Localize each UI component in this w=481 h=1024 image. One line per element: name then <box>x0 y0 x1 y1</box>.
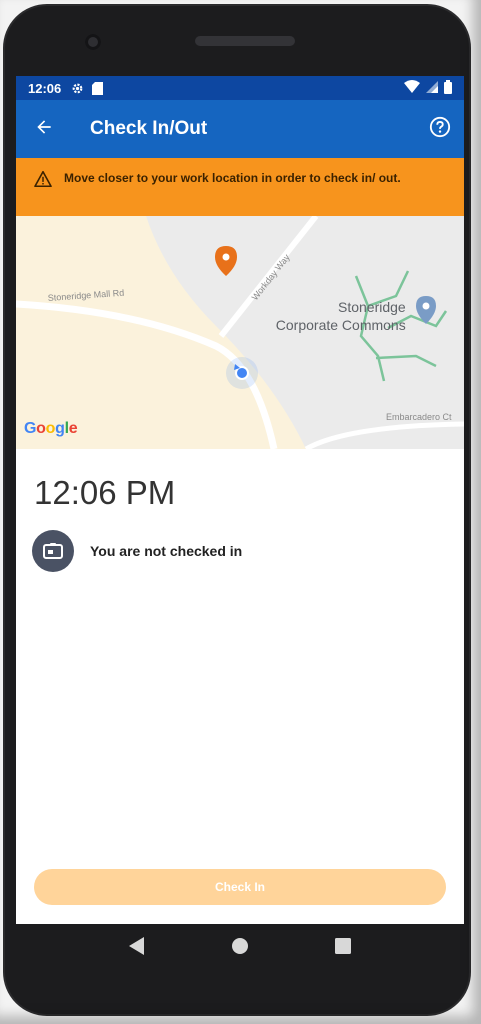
warning-triangle-icon <box>34 170 52 192</box>
check-status: You are not checked in <box>32 530 242 572</box>
poi-label: Stoneridge Corporate Commons <box>266 298 406 334</box>
help-button[interactable] <box>416 100 464 158</box>
wifi-icon <box>404 80 420 96</box>
arrow-back-icon <box>34 117 54 142</box>
poi-label-line1: Stoneridge <box>338 299 406 315</box>
status-time: 12:06 <box>28 80 62 96</box>
android-nav-bar <box>16 924 464 972</box>
signal-icon <box>426 80 438 96</box>
google-logo: Google <box>24 420 78 437</box>
badge-icon <box>32 530 74 572</box>
page-title: Check In/Out <box>90 118 208 139</box>
check-status-text: You are not checked in <box>90 543 243 559</box>
location-map[interactable]: Stoneridge Mall Rd Workday Way Embarcade… <box>16 216 464 449</box>
warning-text: Move closer to your work location in ord… <box>64 171 401 185</box>
poi-label-line2: Corporate Commons <box>275 317 406 333</box>
status-right-icons <box>404 79 452 97</box>
back-button[interactable] <box>16 100 72 158</box>
screenshot-frame: 12:06 Check In/Out Move closer to your w… <box>0 0 481 1024</box>
recents-square-icon[interactable] <box>335 937 351 959</box>
back-triangle-icon[interactable] <box>129 936 145 960</box>
app-bar: Check In/Out <box>16 100 464 158</box>
check-in-button[interactable]: Check In <box>34 869 446 905</box>
sd-card-icon <box>92 81 104 95</box>
user-location-dot <box>226 357 258 389</box>
battery-icon <box>444 79 452 97</box>
status-bar: 12:06 <box>16 76 464 100</box>
earpiece-speaker <box>195 36 295 46</box>
phone-screen: 12:06 Check In/Out Move closer to your w… <box>16 76 464 924</box>
settings-icon <box>71 82 84 95</box>
front-camera <box>85 34 101 50</box>
home-circle-icon[interactable] <box>231 937 249 960</box>
current-time: 12:06 PM <box>34 474 176 511</box>
road-label: Embarcadero Ct <box>386 412 452 422</box>
warning-banner: Move closer to your work location in ord… <box>16 158 464 216</box>
help-circle-icon <box>429 116 451 143</box>
